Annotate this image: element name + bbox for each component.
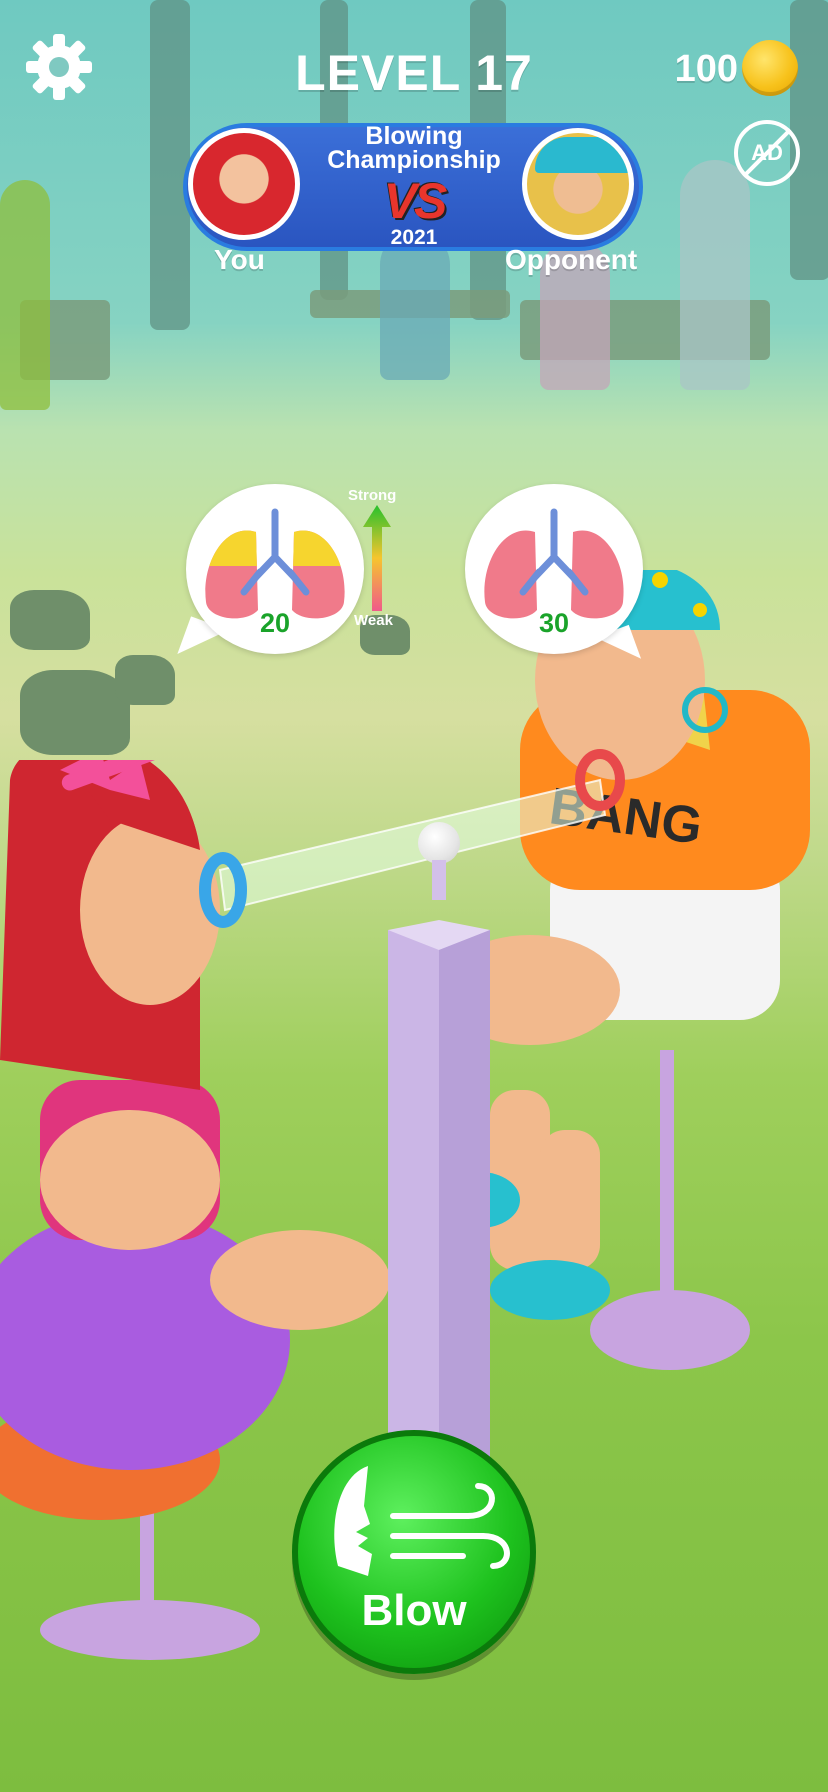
no-ads-button[interactable]: AD <box>734 120 800 186</box>
vs-label: VS <box>383 173 448 229</box>
background-spectator <box>0 180 50 410</box>
background-rock <box>20 670 130 755</box>
coin-count: 100 <box>674 48 738 90</box>
player-lung-value: 20 <box>259 608 291 638</box>
opponent-cap <box>535 137 629 173</box>
game-scene: BANG LEVEL 17 100 AD Blowing Championshi… <box>0 0 828 1792</box>
opponent-avatar <box>522 128 634 240</box>
no-ads-label: AD <box>751 140 783 165</box>
background-spectator <box>680 160 750 390</box>
player-avatar <box>188 128 300 240</box>
opponent-lung-value: 30 <box>538 608 570 638</box>
championship-year: 2021 <box>390 226 438 249</box>
center-pillar <box>378 860 500 1480</box>
player-lung-bubble: 20 <box>186 484 364 654</box>
opponent-name: Opponent <box>505 244 638 275</box>
player-name: You <box>214 244 265 275</box>
championship-title: Blowing Championship <box>300 122 528 174</box>
background-rock <box>10 590 90 650</box>
coin-icon <box>742 40 798 96</box>
strength-meter-arrow <box>362 505 392 615</box>
blow-button[interactable]: Blow <box>292 1430 536 1674</box>
meter-weak-label: Weak <box>354 612 393 629</box>
background-rock <box>115 655 175 705</box>
opponent-lung-bubble: 30 <box>465 484 643 654</box>
meter-strong-label: Strong <box>348 487 397 504</box>
championship-title-line1: Blowing <box>365 122 463 150</box>
golf-ball <box>418 822 460 864</box>
background-spectator <box>380 230 450 380</box>
blowing-face-icon <box>334 1466 510 1576</box>
blow-button-label: Blow <box>361 1586 467 1635</box>
championship-title-line2: Championship <box>327 146 501 174</box>
